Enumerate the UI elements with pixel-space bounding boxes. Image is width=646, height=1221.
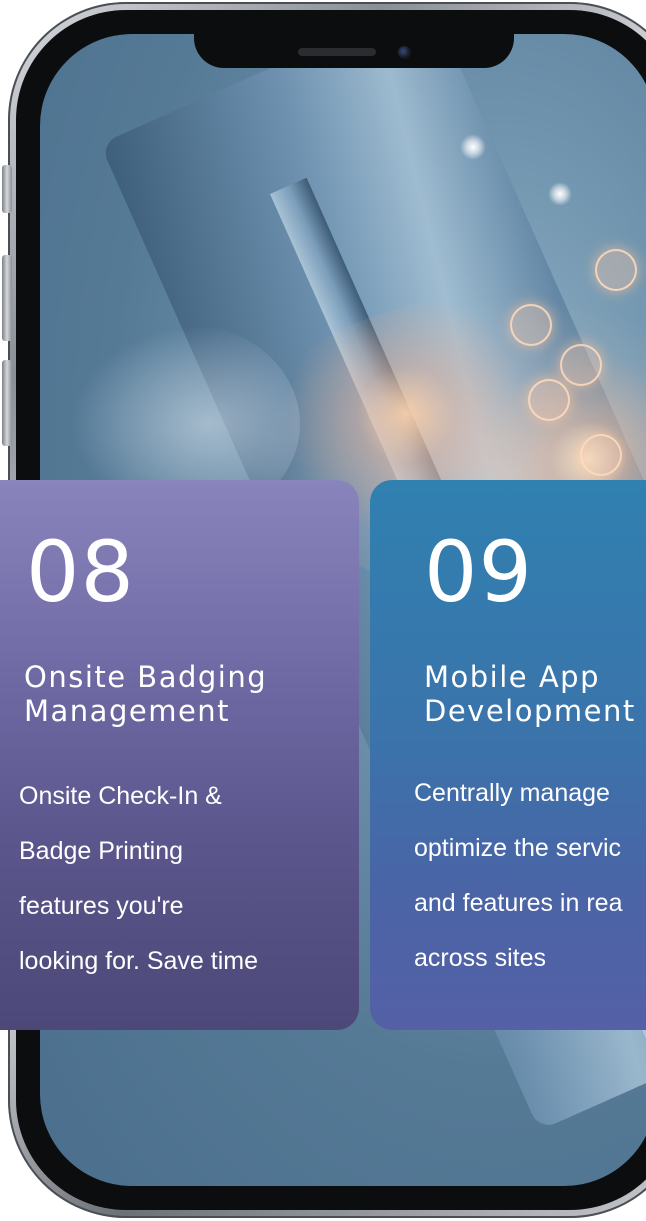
card-number: 09 xyxy=(424,523,533,621)
card-description: Centrally manage optimize the servic and… xyxy=(414,779,623,972)
user-network-node-icon xyxy=(510,304,552,346)
side-button-silent xyxy=(2,165,12,213)
side-button-volume-up xyxy=(2,255,12,341)
side-button-volume-down xyxy=(2,360,12,446)
front-camera-icon xyxy=(398,46,411,59)
phone-notch xyxy=(194,10,514,68)
card-number: 08 xyxy=(26,523,135,621)
service-card-onsite-badging[interactable]: 08 Onsite Badging Management Onsite Chec… xyxy=(0,480,359,1030)
sparkle-icon xyxy=(548,182,572,206)
card-title: Mobile App Development xyxy=(424,660,636,728)
user-network-node-icon xyxy=(580,434,622,476)
earpiece-speaker-icon xyxy=(298,48,376,56)
sparkle-icon xyxy=(460,134,486,160)
page-stage: 08 Onsite Badging Management Onsite Chec… xyxy=(0,0,646,1221)
card-description: Onsite Check-In & Badge Printing feature… xyxy=(19,782,259,975)
card-title: Onsite Badging Management xyxy=(24,660,268,728)
user-network-node-icon xyxy=(560,344,602,386)
user-network-node-icon xyxy=(595,249,637,291)
service-card-mobile-app[interactable]: 09 Mobile App Development Centrally mana… xyxy=(370,480,646,1030)
user-network-node-icon xyxy=(528,379,570,421)
